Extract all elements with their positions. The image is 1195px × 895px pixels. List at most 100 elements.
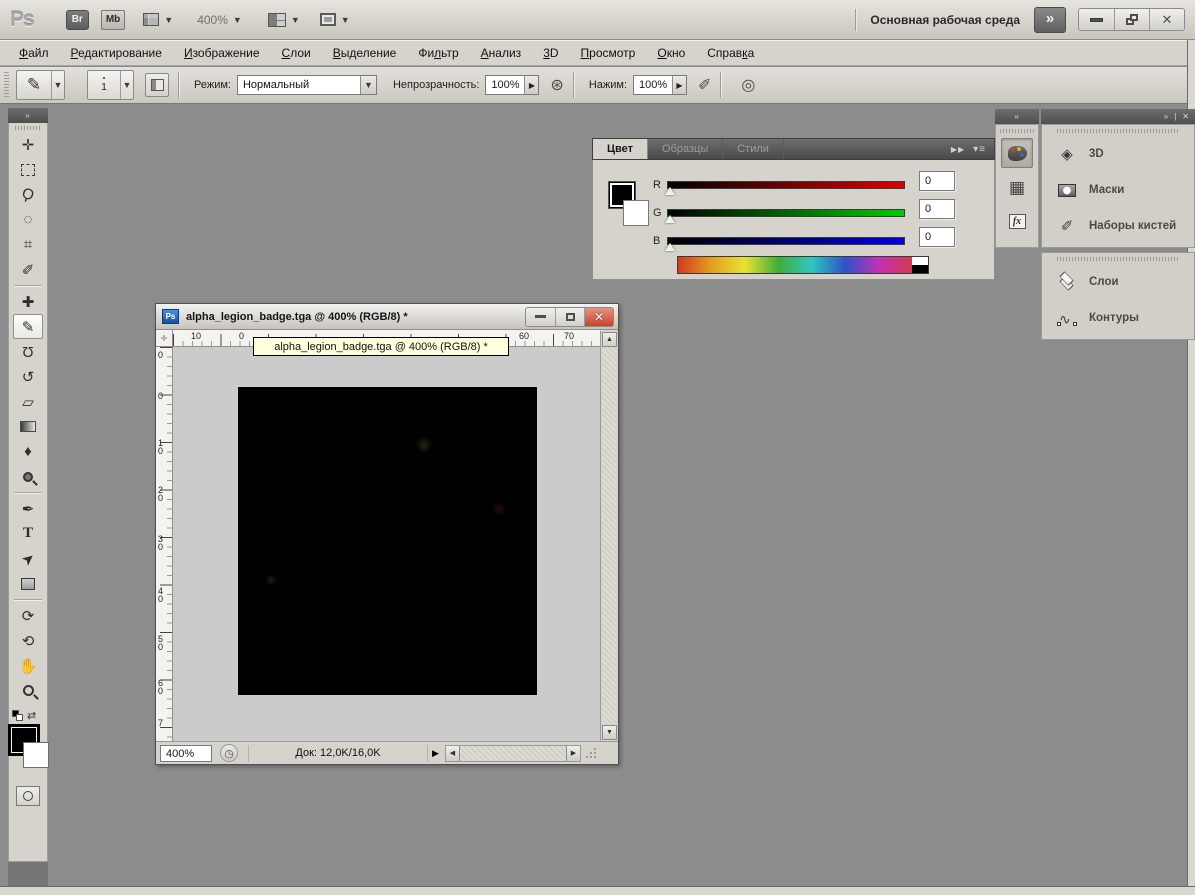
zoom-tool[interactable] bbox=[13, 678, 43, 703]
eyedropper-tool[interactable]: ✐ bbox=[13, 257, 43, 282]
restore-button[interactable] bbox=[1114, 9, 1149, 30]
workspace-expand-button[interactable]: » bbox=[1034, 6, 1066, 33]
zoom-level-dropdown[interactable]: 400% ▼ bbox=[197, 13, 242, 27]
green-value-field[interactable]: 0 bbox=[919, 199, 955, 219]
menu-file[interactable]: Файл bbox=[8, 41, 60, 65]
panel-button-masks[interactable]: Маски bbox=[1042, 172, 1194, 208]
status-zoom-field[interactable]: 400% bbox=[160, 744, 212, 762]
horizontal-scrollbar[interactable]: ◀ ▶ bbox=[444, 744, 581, 762]
doc-close-button[interactable]: ✕ bbox=[584, 307, 613, 326]
grip-handle[interactable] bbox=[1000, 129, 1034, 133]
eraser-tool[interactable]: ▱ bbox=[13, 389, 43, 414]
panel-button-brush-presets[interactable]: ✐ Наборы кистей bbox=[1042, 208, 1194, 244]
marquee-tool[interactable] bbox=[13, 157, 43, 182]
crop-tool[interactable]: ⌗ bbox=[13, 232, 43, 257]
tool-preset-picker[interactable]: ✎ ▼ bbox=[16, 70, 65, 100]
background-color-swatch[interactable] bbox=[623, 200, 649, 226]
scroll-right-icon[interactable]: ▶ bbox=[565, 745, 580, 761]
scroll-up-icon[interactable]: ▲ bbox=[602, 332, 617, 347]
panel-button-layers[interactable]: Слои bbox=[1042, 264, 1194, 300]
tablet-opacity-icon[interactable]: ⊛ bbox=[550, 75, 563, 95]
dock-icon-strip-header[interactable]: » bbox=[995, 109, 1039, 124]
clone-stamp-tool[interactable]: Ω bbox=[13, 339, 43, 364]
quick-selection-tool[interactable]: ◌ bbox=[13, 207, 43, 232]
menu-image[interactable]: Изображение bbox=[173, 41, 271, 65]
view-extras-dropdown[interactable]: ▼ bbox=[143, 13, 173, 26]
panel-menu-icon[interactable]: ▾≡ bbox=[973, 144, 986, 155]
3d-rotate-tool[interactable]: ⟳ bbox=[13, 603, 43, 628]
airbrush-icon[interactable]: ✐ bbox=[698, 75, 711, 95]
toggle-brushes-panel-button[interactable] bbox=[145, 73, 169, 97]
menu-analysis[interactable]: Анализ bbox=[470, 41, 533, 65]
resize-grip[interactable] bbox=[582, 744, 599, 762]
menu-edit[interactable]: Редактирование bbox=[60, 41, 173, 65]
minimize-button[interactable] bbox=[1079, 9, 1114, 30]
swatches-panel-button[interactable]: ▦ bbox=[1001, 172, 1033, 202]
blur-tool[interactable]: ♦ bbox=[13, 439, 43, 464]
doc-maximize-button[interactable] bbox=[555, 307, 584, 326]
collapse-panel-icon[interactable]: ▶▶ bbox=[951, 145, 965, 154]
grip-handle[interactable] bbox=[4, 72, 9, 98]
white-swatch[interactable] bbox=[912, 257, 928, 265]
dodge-tool[interactable] bbox=[13, 464, 43, 489]
grip-handle[interactable] bbox=[1057, 129, 1179, 133]
quick-mask-button[interactable] bbox=[16, 786, 40, 806]
green-slider-thumb[interactable] bbox=[665, 215, 675, 223]
flow-field[interactable]: 100% ▶ bbox=[633, 75, 687, 95]
close-dock-icon[interactable]: ✕ bbox=[1182, 112, 1190, 121]
styles-panel-button[interactable]: fx bbox=[1001, 206, 1033, 236]
default-colors-button[interactable] bbox=[12, 710, 23, 721]
tab-swatches[interactable]: Образцы bbox=[648, 139, 724, 159]
proof-preview-icon[interactable]: ◷ bbox=[220, 744, 238, 762]
canvas-image[interactable] bbox=[238, 387, 537, 695]
opacity-field[interactable]: 100% ▶ bbox=[485, 75, 540, 95]
document-title-bar[interactable]: Ps alpha_legion_badge.tga @ 400% (RGB/8)… bbox=[156, 304, 618, 330]
hand-tool[interactable]: ✋ bbox=[13, 653, 43, 678]
grip-handle[interactable] bbox=[15, 126, 41, 130]
close-button[interactable]: ✕ bbox=[1149, 9, 1184, 30]
ruler-origin-corner[interactable]: ✛ bbox=[156, 330, 173, 347]
menu-help[interactable]: Справка bbox=[696, 41, 765, 65]
status-menu-arrow-icon[interactable]: ▶ bbox=[432, 748, 439, 759]
screen-mode-dropdown[interactable]: ▼ bbox=[319, 13, 350, 26]
menu-view[interactable]: Просмотр bbox=[570, 41, 647, 65]
color-panel-button[interactable] bbox=[1001, 138, 1033, 168]
gradient-tool[interactable] bbox=[13, 414, 43, 439]
panel-button-3d[interactable]: ◈ 3D bbox=[1042, 136, 1194, 172]
launch-mini-bridge-button[interactable]: Mb bbox=[100, 9, 126, 30]
vertical-scrollbar[interactable]: ▲ ▼ bbox=[600, 331, 617, 741]
move-tool[interactable]: ✛ bbox=[13, 132, 43, 157]
rectangle-tool[interactable] bbox=[13, 571, 43, 596]
launch-bridge-button[interactable]: Br bbox=[65, 9, 89, 30]
canvas-area[interactable] bbox=[173, 347, 600, 741]
lasso-tool[interactable]: Ϙ bbox=[13, 182, 43, 207]
workspace-switcher[interactable]: Основная рабочая среда bbox=[870, 13, 1020, 27]
swap-colors-button[interactable]: ⇄ bbox=[27, 709, 36, 722]
red-slider-thumb[interactable] bbox=[665, 187, 675, 195]
history-brush-tool[interactable]: ↺ bbox=[13, 364, 43, 389]
background-color-swatch[interactable] bbox=[23, 742, 49, 768]
vertical-ruler[interactable]: 0 0 10 20 30 40 50 60 7 bbox=[156, 347, 173, 741]
tablet-size-icon[interactable]: ◎ bbox=[741, 75, 755, 95]
color-spectrum-ramp[interactable] bbox=[677, 256, 929, 274]
blend-mode-select[interactable]: Нормальный ▼ bbox=[236, 75, 377, 95]
scroll-down-icon[interactable]: ▼ bbox=[602, 725, 617, 740]
menu-select[interactable]: Выделение bbox=[322, 41, 408, 65]
arrange-documents-dropdown[interactable]: ▼ bbox=[267, 12, 300, 27]
blue-value-field[interactable]: 0 bbox=[919, 227, 955, 247]
toolbox-collapse-header[interactable]: » bbox=[8, 108, 48, 123]
menu-window[interactable]: Окно bbox=[646, 41, 696, 65]
menu-filter[interactable]: Фильтр bbox=[407, 41, 469, 65]
dock-panel-header[interactable]: » | ✕ bbox=[1041, 109, 1195, 124]
menu-3d[interactable]: 3D bbox=[532, 41, 569, 65]
3d-orbit-tool[interactable]: ⟲ bbox=[13, 628, 43, 653]
grip-handle[interactable] bbox=[1057, 257, 1179, 261]
tab-styles[interactable]: Стили bbox=[723, 139, 784, 159]
healing-brush-tool[interactable]: ✚ bbox=[13, 289, 43, 314]
scroll-left-icon[interactable]: ◀ bbox=[445, 745, 460, 761]
menu-layers[interactable]: Слои bbox=[271, 41, 322, 65]
type-tool[interactable]: Т bbox=[13, 521, 43, 546]
brush-size-picker[interactable]: 1 ▼ bbox=[87, 70, 134, 100]
panel-button-paths[interactable]: ∿ Контуры bbox=[1042, 300, 1194, 336]
red-slider[interactable] bbox=[667, 181, 905, 189]
